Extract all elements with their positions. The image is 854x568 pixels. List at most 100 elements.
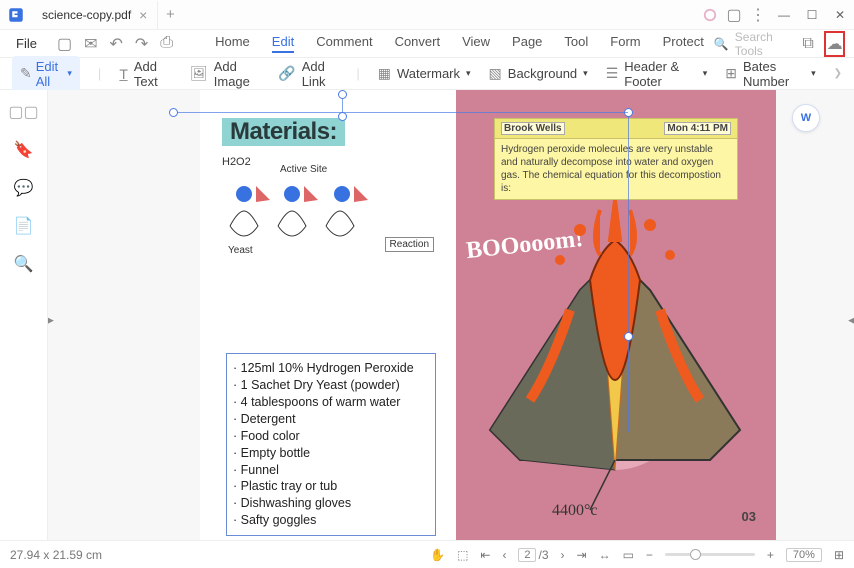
- document-tab[interactable]: science-copy.pdf ×: [32, 1, 158, 29]
- minimize-button[interactable]: —: [770, 1, 798, 29]
- text-icon: T̲: [119, 66, 128, 82]
- chevron-down-icon: ▾: [811, 68, 816, 79]
- page-dimensions: 27.94 x 21.59 cm: [10, 548, 102, 562]
- add-tab-button[interactable]: +: [158, 6, 182, 23]
- ribbon-tab-protect[interactable]: Protect: [663, 34, 704, 53]
- maximize-button[interactable]: ☐: [798, 1, 826, 29]
- zoom-slider[interactable]: [665, 553, 755, 556]
- first-page-icon[interactable]: ⇤: [480, 548, 490, 562]
- ribbon-tab-convert[interactable]: Convert: [395, 34, 441, 53]
- watermark-button[interactable]: ▦Watermark▾: [378, 65, 471, 82]
- hand-tool-icon[interactable]: ✋: [430, 548, 445, 562]
- title-bar: science-copy.pdf × + ▢ ⋮ — ☐ ✕: [0, 0, 854, 30]
- h2o2-label: H2O2: [222, 156, 251, 168]
- selection-handle[interactable]: [624, 332, 633, 341]
- cloud-upload-button[interactable]: ☁: [824, 31, 846, 57]
- zoom-thumb[interactable]: [690, 549, 701, 560]
- comment-time: Mon 4:11 PM: [664, 122, 731, 135]
- add-image-button[interactable]: 🖼Add Image: [190, 59, 260, 89]
- fit-page-icon[interactable]: ▭: [623, 548, 634, 562]
- list-item: Funnel: [233, 462, 429, 479]
- current-page-input[interactable]: 2: [518, 548, 536, 562]
- bookmarks-icon[interactable]: 🔖: [14, 140, 34, 160]
- ribbon-tab-page[interactable]: Page: [512, 34, 542, 53]
- zoom-out-icon[interactable]: −: [646, 548, 653, 562]
- materials-heading: Materials:: [222, 118, 345, 146]
- search-tools[interactable]: 🔍 Search Tools: [708, 30, 793, 58]
- prev-page-icon[interactable]: ‹: [502, 548, 506, 562]
- add-text-button[interactable]: T̲Add Text: [119, 59, 172, 89]
- ribbon-tab-view[interactable]: View: [462, 34, 490, 53]
- page-indicator[interactable]: 2 /3: [518, 548, 548, 562]
- list-item: Safty goggles: [233, 512, 429, 529]
- header-footer-button[interactable]: ☰Header & Footer▾: [606, 59, 708, 89]
- page-left: Materials: Reaction H2O2: [200, 90, 456, 540]
- header-footer-icon: ☰: [606, 65, 619, 82]
- list-item: 1 Sachet Dry Yeast (powder): [233, 377, 429, 394]
- open-external-icon[interactable]: ⧉: [798, 32, 817, 56]
- comment-note[interactable]: Brook Wells Mon 4:11 PM Hydrogen peroxid…: [494, 118, 738, 200]
- edit-all-button[interactable]: ✎Edit All▾: [12, 56, 80, 92]
- bates-icon: ⊞: [725, 65, 737, 82]
- zoom-value[interactable]: 70%: [786, 548, 822, 562]
- chevron-down-icon: ▾: [583, 68, 588, 79]
- chevron-down-icon: ▾: [67, 68, 72, 79]
- selection-handle[interactable]: [338, 90, 347, 99]
- document-spread: Materials: Reaction H2O2: [200, 90, 776, 540]
- ribbon-tab-form[interactable]: Form: [610, 34, 640, 53]
- comments-icon[interactable]: 💬: [14, 178, 34, 198]
- reaction-label: Reaction: [385, 237, 434, 252]
- status-bar: 27.94 x 21.59 cm ✋ ⬚ ⇤ ‹ 2 /3 › ⇥ ↔ ▭ − …: [0, 540, 854, 568]
- notification-icon[interactable]: ▢: [722, 3, 746, 27]
- save-icon[interactable]: ▢: [57, 34, 72, 54]
- expand-right-handle[interactable]: ◀: [848, 315, 854, 326]
- zoom-in-icon[interactable]: +: [767, 548, 774, 562]
- thumbnails-icon[interactable]: ▢▢: [8, 102, 38, 122]
- edit-icon: ✎: [20, 65, 32, 82]
- redo-icon[interactable]: ↷: [135, 34, 148, 54]
- document-canvas[interactable]: ▶ ◀ W Materials:: [48, 90, 854, 540]
- bates-number-button[interactable]: ⊞Bates Number▾: [725, 59, 815, 89]
- comment-author: Brook Wells: [501, 122, 565, 135]
- word-export-badge[interactable]: W: [792, 104, 820, 132]
- profile-icon[interactable]: [698, 3, 722, 27]
- ribbon-tab-edit[interactable]: Edit: [272, 34, 294, 53]
- ribbon-tab-tool[interactable]: Tool: [564, 34, 588, 53]
- next-page-icon[interactable]: ›: [561, 548, 565, 562]
- print-icon[interactable]: ⎙: [160, 34, 173, 54]
- active-site-label: Active Site: [280, 164, 327, 175]
- last-page-icon[interactable]: ⇥: [577, 548, 587, 562]
- expand-left-handle[interactable]: ▶: [48, 315, 54, 326]
- select-tool-icon[interactable]: ⬚: [457, 548, 468, 562]
- list-item: 4 tablespoons of warm water: [233, 394, 429, 411]
- add-link-button[interactable]: 🔗Add Link: [278, 59, 338, 89]
- search-icon: 🔍: [714, 37, 729, 51]
- materials-list[interactable]: 125ml 10% Hydrogen Peroxide1 Sachet Dry …: [226, 353, 436, 536]
- ribbon-tabs: Home Edit Comment Convert View Page Tool Form Pr…: [215, 34, 704, 53]
- edit-toolbar: ✎Edit All▾ | T̲Add Text 🖼Add Image 🔗Add …: [0, 58, 854, 90]
- left-panel: ▢▢ 🔖 💬 📄 🔍: [0, 90, 48, 540]
- volcano-illustration: [460, 200, 770, 520]
- selection-handle[interactable]: [338, 112, 347, 121]
- menu-bar: File ▢ ✉ ↶ ↷ ⎙ Home Edit Comment Convert Vie…: [0, 30, 854, 58]
- list-item: Food color: [233, 428, 429, 445]
- selection-guide: [628, 112, 629, 432]
- more-icon[interactable]: ⋮: [746, 3, 770, 27]
- fit-width-icon[interactable]: ↔: [599, 548, 611, 562]
- comment-text: Hydrogen peroxide molecules are very uns…: [495, 139, 737, 199]
- search-panel-icon[interactable]: 🔍: [14, 254, 34, 274]
- selection-handle[interactable]: [169, 108, 178, 117]
- view-mode-icon[interactable]: ⊞: [834, 548, 844, 562]
- file-menu[interactable]: File: [8, 36, 45, 51]
- attachments-icon[interactable]: 📄: [14, 216, 34, 236]
- mail-icon[interactable]: ✉: [84, 34, 97, 54]
- watermark-icon: ▦: [378, 65, 391, 82]
- ribbon-tab-home[interactable]: Home: [215, 34, 250, 53]
- close-tab-icon[interactable]: ×: [139, 7, 147, 23]
- background-button[interactable]: ▧Background▾: [489, 65, 588, 82]
- close-button[interactable]: ✕: [826, 1, 854, 29]
- total-pages: /3: [538, 548, 548, 562]
- scroll-right-icon[interactable]: ❯: [834, 68, 842, 79]
- ribbon-tab-comment[interactable]: Comment: [316, 34, 372, 53]
- undo-icon[interactable]: ↶: [109, 34, 122, 54]
